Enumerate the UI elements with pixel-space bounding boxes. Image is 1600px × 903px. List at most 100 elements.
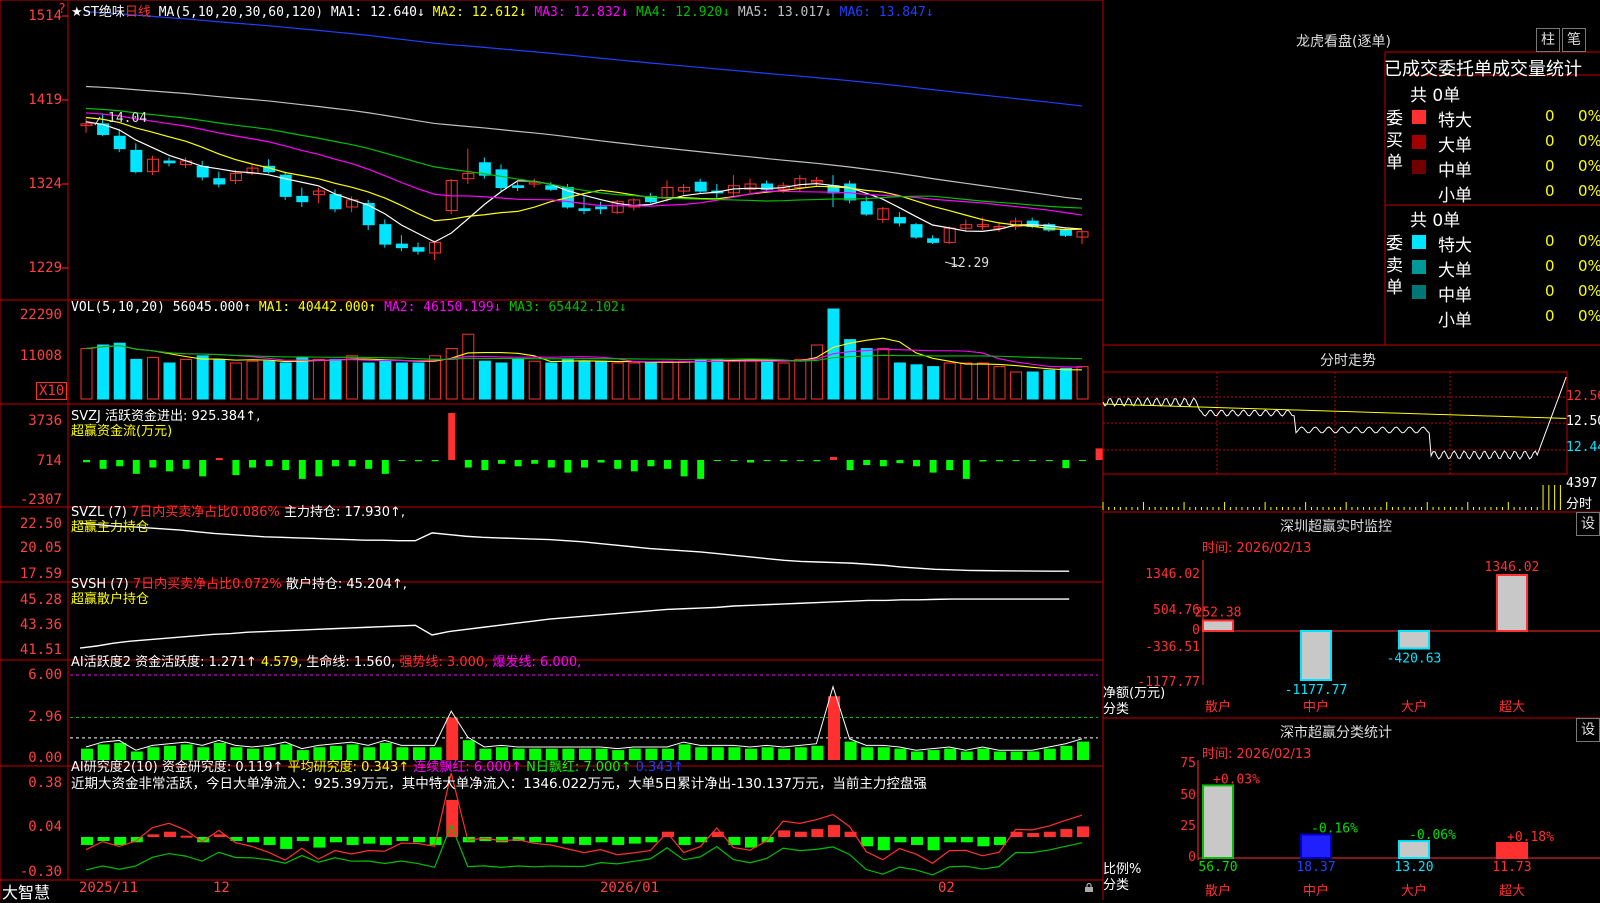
svzj-bar bbox=[547, 460, 555, 468]
svsh-series bbox=[79, 598, 1070, 649]
candle-body bbox=[296, 195, 309, 203]
ai1-bar bbox=[828, 696, 840, 760]
period-label[interactable]: 日线 bbox=[125, 5, 151, 20]
x-tick-label: 2026/01 bbox=[600, 880, 660, 896]
bar-mode-button[interactable]: 柱 bbox=[1536, 28, 1560, 52]
y-tick-label: 45.28 bbox=[19, 592, 62, 608]
volume-bar bbox=[595, 360, 608, 400]
ma4-value: MA4: 12.920↓ bbox=[636, 5, 731, 20]
ai1-bar bbox=[994, 751, 1006, 760]
candle-body bbox=[196, 165, 209, 178]
ai2-bar bbox=[612, 837, 625, 845]
x-tick-label: 12 bbox=[213, 880, 230, 896]
volume-bar bbox=[97, 344, 110, 400]
order-type-label: 小单 bbox=[1438, 311, 1472, 331]
candle-body bbox=[578, 208, 591, 212]
ma2-value: MA2: 12.612↓ bbox=[432, 5, 527, 20]
candle-body bbox=[163, 160, 176, 164]
ai2-bar bbox=[877, 837, 890, 851]
stat-bar-value: 18.37 bbox=[1296, 860, 1335, 875]
tab-orders[interactable]: 委托单 bbox=[1438, 59, 1492, 80]
ma1-value: MA1: 12.640↓ bbox=[330, 5, 425, 20]
buy-side-label: 委买单 bbox=[1386, 109, 1403, 173]
svzj-bar bbox=[332, 460, 339, 467]
monitor-y-tick: -336.51 bbox=[1145, 640, 1200, 655]
candle-body bbox=[893, 217, 906, 224]
order-row: 小单 0 0% bbox=[1410, 181, 1600, 206]
ai2-bar bbox=[1077, 826, 1089, 837]
svzl-hold: 主力持仓: 17.930↑, bbox=[283, 505, 405, 520]
candle-body bbox=[379, 224, 392, 245]
stat-settings-button[interactable]: 设 bbox=[1576, 718, 1600, 742]
order-color-swatch bbox=[1412, 235, 1426, 249]
stock-name[interactable]: ★ST绝味 bbox=[71, 5, 125, 20]
y-tick-label: 1419 bbox=[28, 92, 62, 108]
svzj-bar bbox=[680, 460, 688, 477]
ai2-bar bbox=[496, 837, 508, 843]
high-price-marker: 14.04 bbox=[108, 111, 148, 126]
x-tick-label: 02 bbox=[938, 880, 955, 896]
ai1-bar bbox=[745, 748, 757, 760]
ai2-bar bbox=[545, 837, 558, 843]
intraday-tick: 12.44 bbox=[1566, 440, 1600, 455]
svzj-bar bbox=[481, 460, 489, 471]
svzj-bar bbox=[1062, 460, 1070, 469]
monitor-category: 大户 bbox=[1401, 699, 1427, 715]
ai2-bar bbox=[180, 835, 193, 838]
volume-bar bbox=[495, 362, 508, 400]
svzj-bar bbox=[149, 460, 157, 468]
sell-total: 共 0单 bbox=[1410, 211, 1461, 231]
monitor-settings-button[interactable]: 设 bbox=[1576, 512, 1600, 536]
ai2-bar bbox=[1060, 829, 1073, 837]
volume-bar bbox=[229, 362, 242, 400]
svzj-bar bbox=[365, 460, 373, 469]
candle-body bbox=[1059, 229, 1072, 236]
order-row: 特大 0 0% bbox=[1410, 106, 1600, 131]
order-type-label: 特大 bbox=[1438, 236, 1472, 256]
order-color-swatch bbox=[1412, 260, 1426, 274]
moving-average-lines bbox=[85, 11, 1083, 267]
order-percent: 0% bbox=[1578, 107, 1600, 125]
svzj-bar bbox=[813, 460, 821, 462]
volume-bar bbox=[744, 358, 757, 400]
lock-icon[interactable] bbox=[1084, 883, 1094, 892]
candle-body bbox=[113, 135, 126, 150]
volume-bar bbox=[910, 364, 923, 400]
svzj-bar bbox=[713, 460, 721, 461]
ai1-bar bbox=[894, 748, 907, 760]
y-tick-label: 0.38 bbox=[28, 775, 62, 791]
ai2-bar bbox=[628, 837, 641, 844]
y-tick-label: 20.05 bbox=[19, 540, 62, 556]
volume-bar bbox=[1043, 369, 1056, 400]
ai1-bar bbox=[811, 745, 824, 760]
ai2-bar bbox=[263, 837, 276, 845]
volume-bar bbox=[1076, 366, 1089, 400]
ai2-bar bbox=[114, 837, 127, 845]
order-count: 0 bbox=[1545, 307, 1555, 325]
ai2-bar bbox=[595, 837, 608, 843]
stat-category: 散户 bbox=[1205, 883, 1231, 899]
ai2-bar bbox=[413, 837, 425, 843]
monitor-bar bbox=[1300, 630, 1332, 682]
svzj-bar bbox=[979, 460, 987, 462]
volume-bar bbox=[761, 360, 774, 400]
ai2-bar bbox=[446, 799, 459, 837]
svzl-subtitle: 超赢主力持仓 bbox=[71, 520, 150, 535]
candle-body bbox=[362, 202, 375, 226]
order-color-swatch bbox=[1412, 285, 1426, 299]
y-tick-label: 3736 bbox=[28, 413, 62, 429]
intraday-tick: 12.56 bbox=[1566, 389, 1600, 404]
ai2-bar bbox=[1043, 831, 1056, 837]
vol-value: 56045.000↑ bbox=[172, 300, 252, 315]
order-row: 特大 0 0% bbox=[1410, 231, 1600, 256]
tab-filled[interactable]: 已成交 bbox=[1384, 59, 1438, 80]
ai1-bar bbox=[446, 717, 459, 760]
volume-bar bbox=[362, 362, 375, 400]
svzj-bar bbox=[498, 460, 505, 464]
corner-question-icon[interactable]: ? bbox=[58, 2, 66, 17]
svzj-bar bbox=[780, 460, 788, 462]
tab-volume-stats[interactable]: 成交量统计 bbox=[1492, 59, 1582, 80]
svzj-bar bbox=[996, 460, 1003, 462]
svzj-bar bbox=[398, 460, 406, 462]
tick-mode-button[interactable]: 笔 bbox=[1562, 28, 1586, 52]
